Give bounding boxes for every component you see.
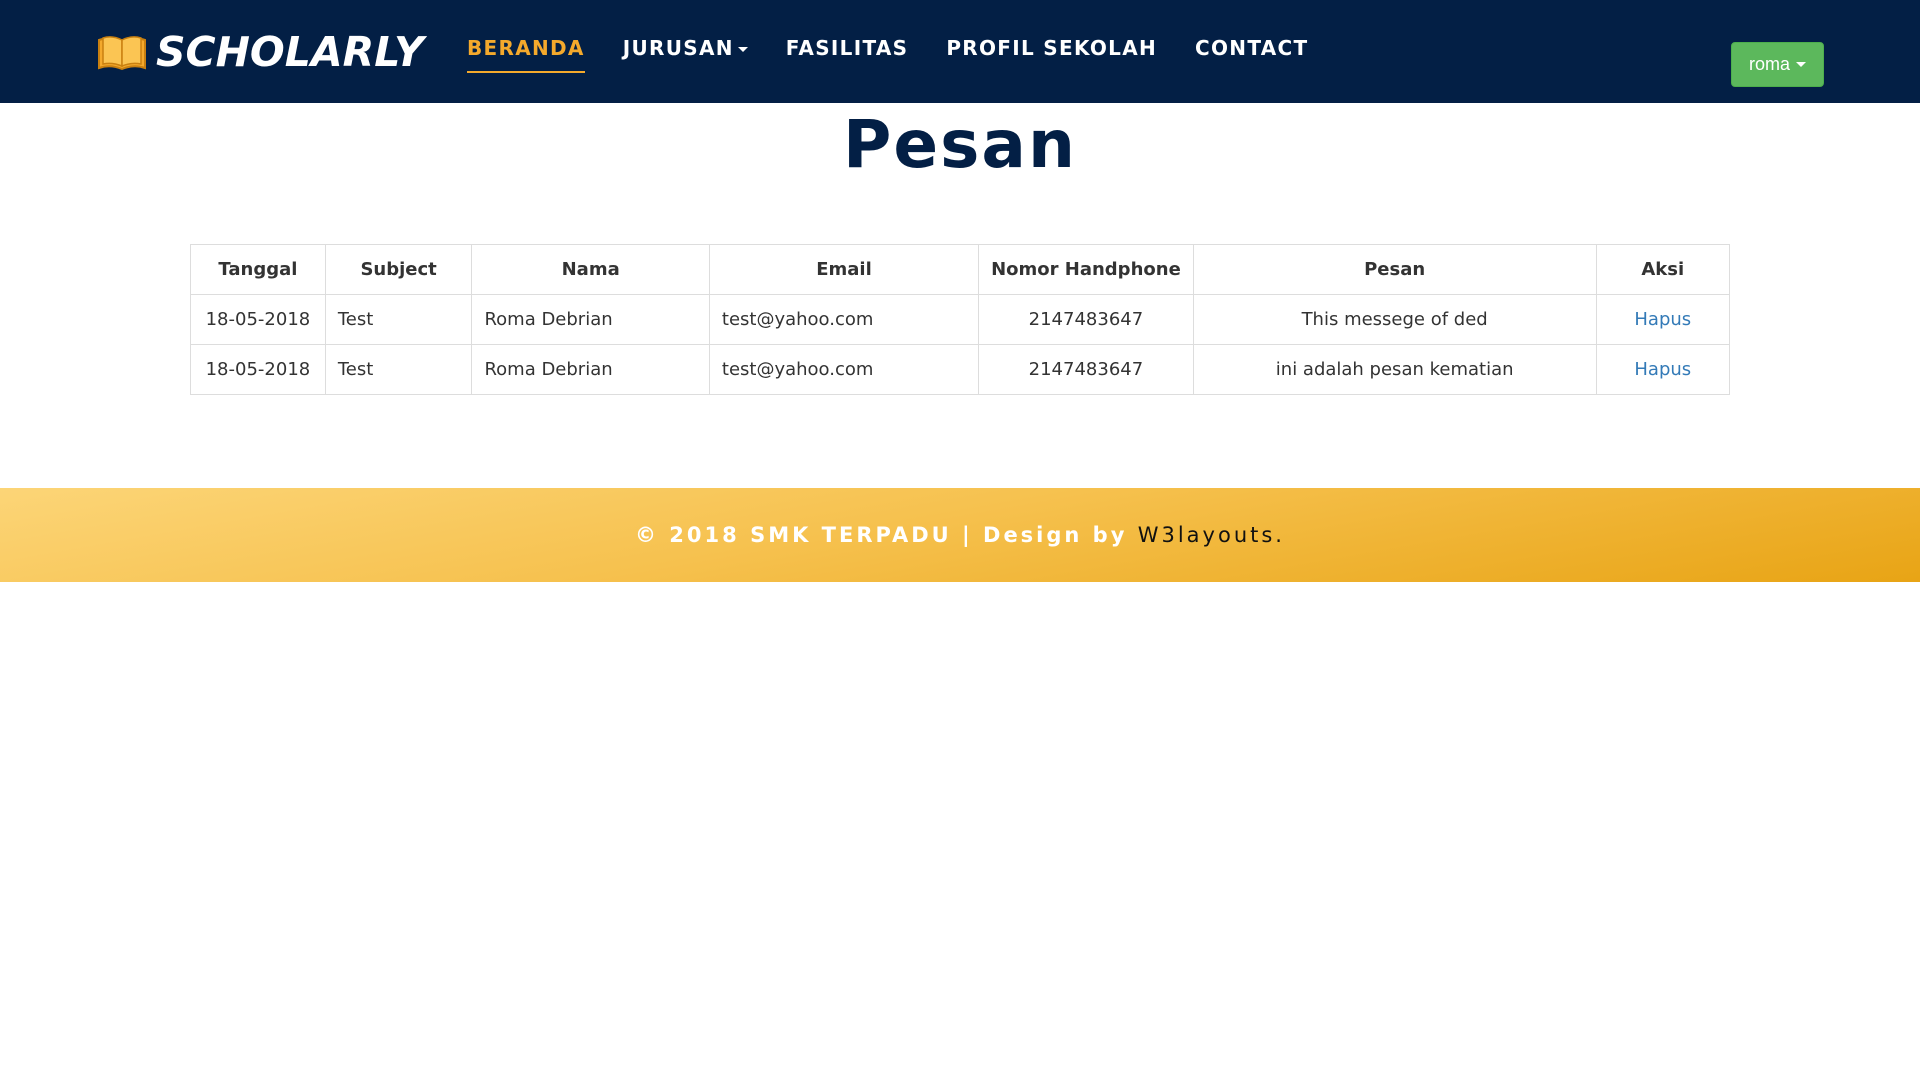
footer: © 2018 SMK TERPADU | Design by W3layouts… xyxy=(0,488,1920,582)
cell-tanggal: 18-05-2018 xyxy=(190,344,326,395)
cell-nama: Roma Debrian xyxy=(471,294,710,345)
nav-item-contact[interactable]: CONTACT xyxy=(1195,36,1308,76)
brand-logo[interactable]: SCHOLARLY xyxy=(96,30,424,74)
cell-subject: Test xyxy=(324,344,473,395)
footer-credit-link[interactable]: W3layouts. xyxy=(1138,523,1285,547)
nav-label: FASILITAS xyxy=(785,36,909,60)
top-navbar: SCHOLARLY BERANDA JURUSAN FASILITAS PROF… xyxy=(0,0,1920,103)
column-header-tanggal: Tanggal xyxy=(190,244,326,295)
footer-copyright: © 2018 SMK TERPADU | Design by W3layouts… xyxy=(635,523,1285,547)
chevron-down-icon xyxy=(737,47,748,52)
cell-email: test@yahoo.com xyxy=(708,294,980,345)
delete-link[interactable]: Hapus xyxy=(1634,359,1691,380)
open-book-icon xyxy=(98,36,146,71)
user-name: roma xyxy=(1748,54,1790,74)
footer-copyright-text: © 2018 SMK TERPADU | Design by xyxy=(635,523,1138,547)
nav-label: CONTACT xyxy=(1195,36,1309,60)
column-header-email: Email xyxy=(708,244,980,295)
messages-table: Tanggal Subject Nama Email Nomor Handpho… xyxy=(190,244,1731,395)
nav-item-fasilitas[interactable]: FASILITAS xyxy=(786,36,909,76)
user-menu-button[interactable]: roma xyxy=(1731,42,1824,87)
cell-subject: Test xyxy=(324,294,473,345)
nav-label: BERANDA xyxy=(467,36,585,60)
column-header-pesan: Pesan xyxy=(1192,244,1597,295)
nav-item-profil-sekolah[interactable]: PROFIL SEKOLAH xyxy=(946,36,1157,76)
brand-name: SCHOLARLY xyxy=(156,28,424,76)
table-row: 18-05-2018 Test Roma Debrian test@yahoo.… xyxy=(190,294,1731,345)
nav-item-beranda[interactable]: BERANDA xyxy=(467,36,585,76)
column-header-aksi: Aksi xyxy=(1595,244,1731,295)
cell-nama: Roma Debrian xyxy=(471,344,710,395)
cell-pesan: ini adalah pesan kematian xyxy=(1192,344,1597,395)
cell-phone: 2147483647 xyxy=(978,294,1194,345)
delete-link[interactable]: Hapus xyxy=(1634,309,1691,330)
table-header-row: Tanggal Subject Nama Email Nomor Handpho… xyxy=(190,244,1731,295)
cell-phone: 2147483647 xyxy=(978,344,1194,395)
column-header-nomor-handphone: Nomor Handphone xyxy=(978,244,1194,295)
column-header-subject: Subject xyxy=(324,244,473,295)
table-row: 18-05-2018 Test Roma Debrian test@yahoo.… xyxy=(190,344,1731,395)
cell-email: test@yahoo.com xyxy=(708,344,980,395)
chevron-down-icon xyxy=(1796,62,1806,67)
cell-aksi: Hapus xyxy=(1595,344,1731,395)
cell-aksi: Hapus xyxy=(1595,294,1731,345)
nav-label: PROFIL SEKOLAH xyxy=(946,36,1158,60)
cell-pesan: This messege of ded xyxy=(1192,294,1597,345)
cell-tanggal: 18-05-2018 xyxy=(190,294,326,345)
page-title: Pesan xyxy=(843,106,1077,183)
main-nav: BERANDA JURUSAN FASILITAS PROFIL SEKOLAH… xyxy=(467,36,1346,76)
nav-item-jurusan[interactable]: JURUSAN xyxy=(623,36,748,76)
nav-label: JURUSAN xyxy=(622,36,734,60)
column-header-nama: Nama xyxy=(471,244,710,295)
